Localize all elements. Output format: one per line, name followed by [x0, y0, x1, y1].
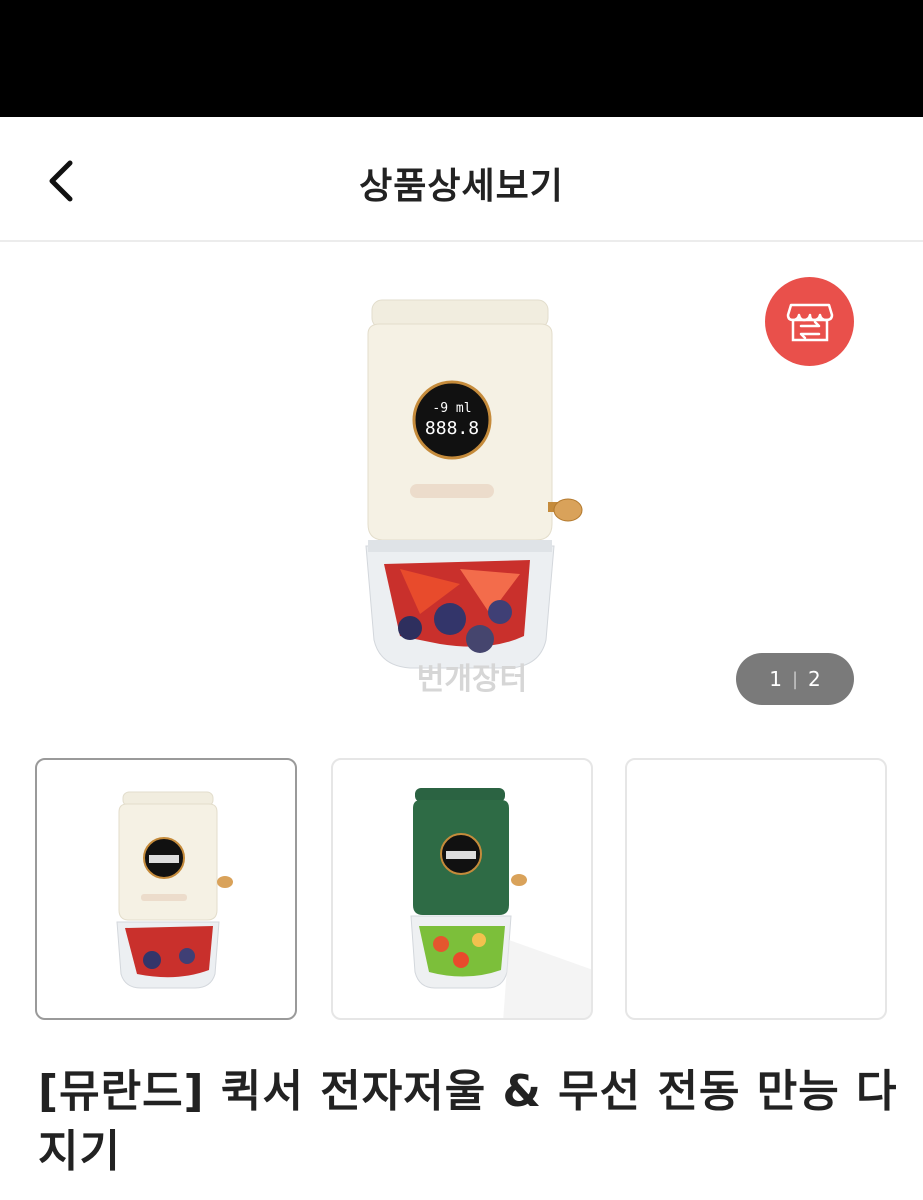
product-image-carousel[interactable]: -9 ml 888.8 번개장터 1 | 2 [0, 244, 923, 734]
thumbnail-3[interactable] [625, 758, 887, 1020]
status-bar [0, 0, 923, 117]
pager-total: 2 [808, 667, 821, 691]
product-title: [뮤란드] 퀵서 전자저울 & 무선 전동 만능 다지기 [38, 1066, 898, 1177]
storefront-swap-icon [786, 303, 834, 342]
thumbnail-strip [35, 758, 888, 1021]
display-main-text: 888.8 [425, 418, 479, 439]
page-title: 상품상세보기 [359, 166, 564, 207]
display-top-text: -9 ml [432, 401, 471, 416]
product-thumbnail-green [410, 788, 591, 1018]
product-main-image: -9 ml 888.8 번개장터 [365, 299, 583, 697]
pager-separator: | [791, 668, 799, 690]
app-header: 상품상세보기 [0, 117, 923, 242]
watermark-text: 번개장터 [417, 662, 527, 697]
product-thumbnail-cream [116, 791, 233, 989]
thumbnail-2[interactable] [331, 758, 593, 1020]
store-button[interactable] [765, 277, 854, 366]
image-pager: 1 | 2 [736, 653, 854, 705]
thumbnail-1[interactable] [35, 758, 297, 1020]
pager-current: 1 [769, 667, 782, 691]
